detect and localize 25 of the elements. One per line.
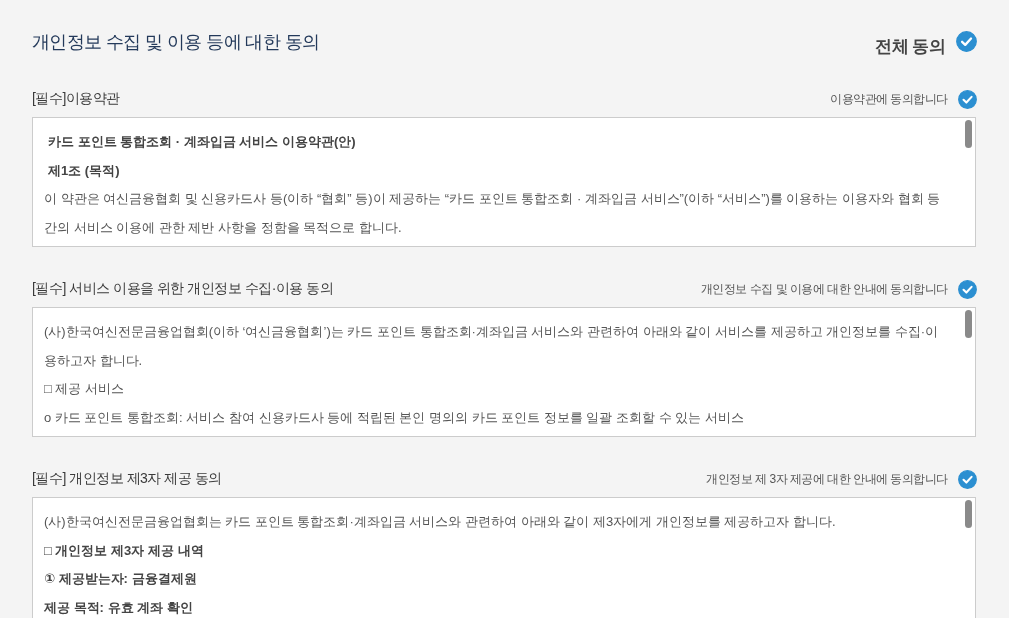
check-icon[interactable] (958, 469, 977, 489)
scrollbar-thumb[interactable] (965, 120, 972, 148)
agree-label: 이용약관에 동의합니다 (830, 90, 948, 108)
section-title: [필수] 개인정보 제3자 제공 동의 (32, 470, 222, 488)
terms-bold-text: □ 개인정보 제3자 제공 내역 (44, 541, 205, 560)
terms-paragraph: (사)한국여신전문금융업협회(이하 ‘여신금융협회’)는 카드 포인트 통합조회·계좌입금 서비스와 관련하여 아래와 같이 서비스를 제공하고 개인정보를 수집·이용하고자 합니다. (44, 323, 940, 370)
terms-bold-text: ① 제공받는자: 금융결제원 (44, 570, 198, 588)
check-icon[interactable] (956, 31, 977, 52)
terms-heading: 제1조 (목적) (47, 161, 121, 180)
scrollbar-thumb[interactable] (965, 500, 972, 528)
terms-heading: 카드 포인트 통합조회 · 계좌입금 서비스 이용약관(안) (47, 133, 357, 151)
check-icon[interactable] (958, 279, 977, 299)
terms-paragraph: 이 약관은 여신금융협회 및 신용카드사 등(이하 “협회” 등)이 제공하는 “카드 포인트 통합조회 · 계좌입금 서비스”(이하 “서비스”)를 이용하는 이용자와 협회 등 간의 서비스 이용에 관한 제반 사항을 정함을 목적으로 합니다. (44, 190, 942, 237)
terms-paragraph: □ 제공 서비스 (44, 380, 126, 398)
check-icon[interactable] (958, 89, 977, 109)
terms-bold-text: 제공 목적: 유효 계좌 확인 (44, 598, 194, 617)
agree-label: 개인정보 제 3자 제공에 대한 안내에 동의합니다 (706, 470, 948, 488)
agree-all-label: 전체 동의 (875, 36, 945, 58)
terms-paragraph: o 카드 포인트 통합조회: 서비스 참여 신용카드사 등에 적립된 본인 명의의 카드 포인트 정보를 일괄 조회할 수 있는 서비스 (44, 408, 745, 427)
section-title: [필수] 서비스 이용을 위한 개인정보 수집·이용 동의 (32, 280, 334, 298)
scrollbar-thumb[interactable] (965, 310, 972, 338)
terms-paragraph: (사)한국여신전문금융업협회는 카드 포인트 통합조회·계좌입금 서비스와 관련하여 아래와 같이 제3자에게 개인정보를 제공하고자 합니다. (44, 513, 837, 531)
agree-label: 개인정보 수집 및 이용에 대한 안내에 동의합니다 (701, 280, 948, 298)
section-title: [필수]이용약관 (32, 90, 120, 108)
page-title: 개인정보 수집 및 이용 등에 대한 동의 (32, 31, 320, 54)
